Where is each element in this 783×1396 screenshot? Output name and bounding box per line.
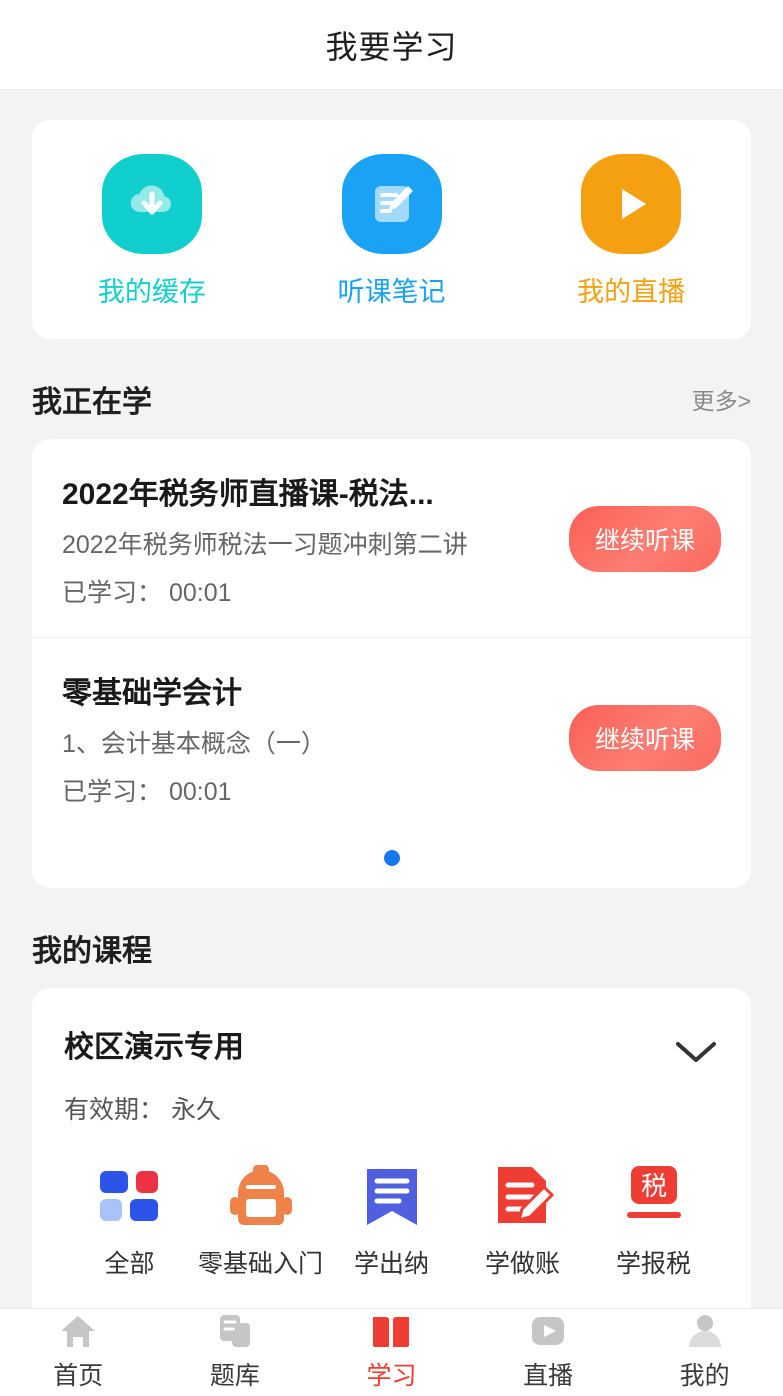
- page-header: 我要学习: [0, 0, 783, 90]
- carousel-pagination[interactable]: [32, 836, 751, 888]
- studying-card: 2022年税务师直播课-税法... 2022年税务师税法一习题冲刺第二讲 已学习…: [32, 439, 751, 888]
- quick-action-lecture-notes[interactable]: 听课笔记: [272, 154, 512, 309]
- scroll-body[interactable]: 我的缓存 听课笔记 我的直播 我正在学 更多> 2022年税务师直播课-税法..…: [0, 90, 783, 1308]
- my-courses-section-header: 我的课程: [32, 926, 751, 970]
- section-title: 我正在学: [32, 386, 152, 419]
- study-item-info: 零基础学会计 1、会计基本概念（一） 已学习： 00:01: [62, 668, 569, 808]
- app-screen: 我要学习 我的缓存 听课笔记 我的直播 我正在学 更多> 2022年税务师直播课…: [0, 0, 783, 1396]
- quick-action-my-live[interactable]: 我的直播: [511, 154, 751, 309]
- study-course-name: 零基础学会计: [62, 677, 242, 710]
- category-item-bookkeeping[interactable]: 学做账: [457, 1160, 588, 1280]
- quick-action-label: 我的直播: [577, 277, 686, 307]
- svg-text:税: 税: [640, 1171, 666, 1201]
- category-item-cashier[interactable]: 学出纳: [326, 1160, 457, 1280]
- grid-tiles-icon: [94, 1160, 166, 1232]
- question-bank-icon: [216, 1313, 254, 1351]
- note-edit-icon: [341, 154, 442, 254]
- section-title: 我的课程: [32, 935, 152, 968]
- course-validity: 有效期： 永久: [64, 1096, 221, 1124]
- category-label: 学出纳: [353, 1250, 429, 1278]
- category-label: 零基础入门: [197, 1250, 323, 1278]
- tab-mine[interactable]: 我的: [626, 1309, 783, 1396]
- tab-label: 学习: [366, 1362, 417, 1390]
- my-courses-card: 校区演示专用 有效期： 永久 全部 零基础入门 学出纳 学做账 税 学报税: [32, 988, 751, 1308]
- doc-pencil-icon: [487, 1160, 559, 1232]
- quick-action-label: 听课笔记: [337, 277, 446, 307]
- study-lesson-name: 1、会计基本概念（一）: [62, 730, 326, 758]
- pagination-dot-active[interactable]: [383, 850, 400, 866]
- studying-section-header: 我正在学 更多>: [32, 377, 751, 421]
- cloud-download-icon: [101, 154, 202, 254]
- tab-question-bank[interactable]: 题库: [157, 1309, 314, 1396]
- quick-action-my-cache[interactable]: 我的缓存: [32, 154, 272, 309]
- book-icon: [369, 1313, 413, 1351]
- play-icon: [581, 154, 682, 254]
- category-label: 学报税: [615, 1250, 691, 1278]
- quick-actions-card: 我的缓存 听课笔记 我的直播: [32, 120, 751, 339]
- continue-study-button[interactable]: 继续听课: [568, 506, 721, 572]
- home-icon: [58, 1313, 98, 1351]
- chevron-down-icon[interactable]: [673, 1038, 719, 1071]
- study-lesson-name: 2022年税务师税法一习题冲刺第二讲: [62, 531, 468, 559]
- tab-study[interactable]: 学习: [313, 1309, 470, 1396]
- study-progress-time: 已学习： 00:01: [62, 778, 232, 806]
- tab-label: 题库: [209, 1362, 260, 1390]
- tab-label: 我的: [679, 1362, 730, 1390]
- category-grid: 全部 零基础入门 学出纳 学做账 税 学报税: [64, 1160, 719, 1308]
- study-course-name: 2022年税务师直播课-税法...: [62, 478, 434, 511]
- page-title: 我要学习: [325, 28, 458, 65]
- study-item-info: 2022年税务师直播课-税法... 2022年税务师税法一习题冲刺第二讲 已学习…: [62, 469, 569, 609]
- study-list-item[interactable]: 零基础学会计 1、会计基本概念（一） 已学习： 00:01 继续听课: [32, 637, 751, 836]
- quick-action-label: 我的缓存: [97, 277, 206, 307]
- course-group-name: 校区演示专用: [64, 1031, 244, 1064]
- tab-home[interactable]: 首页: [0, 1309, 157, 1396]
- category-label: 全部: [104, 1250, 155, 1278]
- video-icon: [528, 1313, 568, 1351]
- continue-study-button[interactable]: 继续听课: [568, 705, 721, 771]
- tab-live[interactable]: 直播: [470, 1309, 627, 1396]
- bottom-tabbar: 首页 题库 学习 直播 我的: [0, 1308, 783, 1396]
- category-item-tax[interactable]: 税 学报税: [588, 1160, 719, 1280]
- category-item-all[interactable]: 全部: [64, 1160, 195, 1280]
- person-icon: [686, 1313, 724, 1351]
- tab-label: 首页: [53, 1362, 104, 1390]
- category-label: 学做账: [484, 1250, 560, 1278]
- study-progress-time: 已学习： 00:01: [62, 579, 232, 607]
- study-list-item[interactable]: 2022年税务师直播课-税法... 2022年税务师税法一习题冲刺第二讲 已学习…: [32, 439, 751, 637]
- bookmark-lines-icon: [356, 1160, 428, 1232]
- tab-label: 直播: [523, 1362, 574, 1390]
- backpack-icon: [225, 1160, 297, 1232]
- category-item-beginner[interactable]: 零基础入门: [195, 1160, 326, 1280]
- studying-more-link[interactable]: 更多>: [692, 382, 751, 416]
- tax-box-icon: 税: [618, 1160, 690, 1232]
